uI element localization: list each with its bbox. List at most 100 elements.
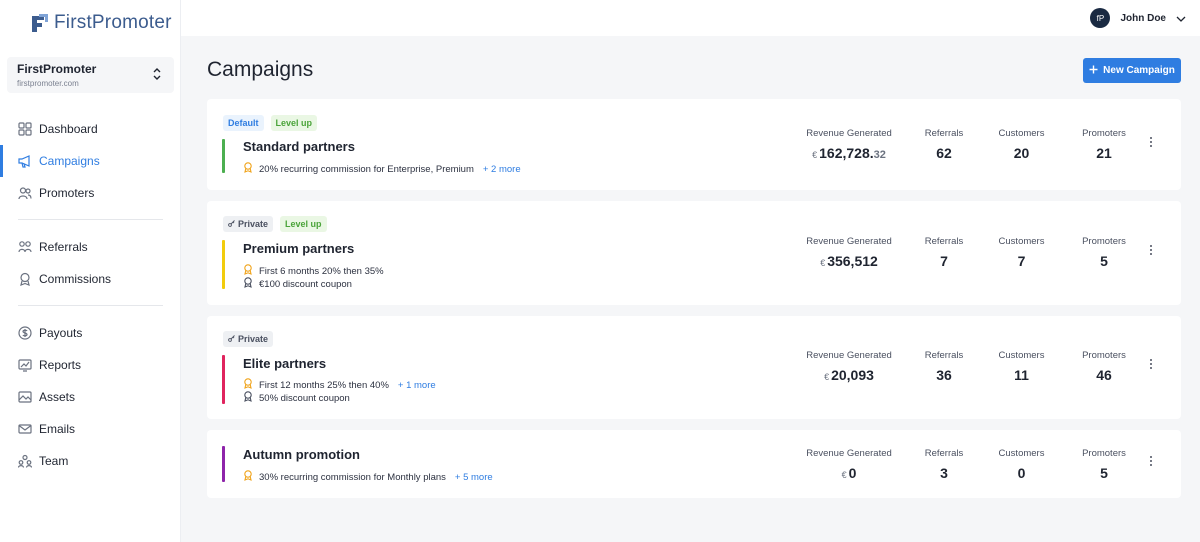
campaign-card[interactable]: Private Elite partners First 12 months 2… — [207, 316, 1181, 419]
currency-symbol: € — [820, 258, 826, 268]
sidebar-item-payouts[interactable]: Payouts — [0, 317, 181, 349]
award-icon — [243, 470, 253, 484]
campaign-card[interactable]: Default Level up Standard partners 20% r… — [207, 99, 1181, 190]
perk-text: 30% recurring commission for Monthly pla… — [259, 471, 446, 483]
team-icon — [18, 454, 32, 468]
perk-text: First 6 months 20% then 35% — [259, 265, 384, 277]
more-perks-link[interactable]: + 2 more — [483, 164, 521, 175]
promoters-value: 21 — [1096, 145, 1112, 161]
logo-icon — [28, 12, 50, 34]
perk-text: 20% recurring commission for Enterprise,… — [259, 163, 474, 175]
revenue-label: Revenue Generated — [806, 128, 892, 139]
revenue-amount: 162,728. — [819, 145, 874, 161]
coupon-icon — [243, 391, 253, 405]
default-badge: Default — [223, 115, 264, 131]
perk-text: 50% discount coupon — [259, 392, 350, 404]
referrals-label: Referrals — [924, 350, 964, 361]
referrals-stat: Referrals 7 — [919, 236, 969, 269]
level-up-badge: Level up — [280, 216, 327, 232]
sidebar-nav: Dashboard Campaigns Promoters Referrals … — [0, 113, 181, 477]
customers-value: 0 — [1017, 465, 1026, 481]
revenue-stat: Revenue Generated €20,093 — [804, 350, 894, 383]
workspace-switcher[interactable]: FirstPromoter firstpromoter.com — [7, 57, 174, 93]
private-badge-label: Private — [238, 334, 269, 344]
campaign-badges: Default Level up — [223, 115, 318, 131]
promoters-label: Promoters — [1082, 236, 1126, 247]
referrals-icon — [18, 240, 32, 254]
private-badge-label: Private — [238, 219, 269, 229]
revenue-label: Revenue Generated — [806, 236, 892, 247]
more-options-icon[interactable] — [1147, 136, 1155, 148]
more-perks-link[interactable]: + 1 more — [398, 380, 436, 391]
campaign-accent-bar — [222, 240, 225, 289]
customers-value: 11 — [1014, 367, 1029, 383]
revenue-stat: Revenue Generated €356,512 — [804, 236, 894, 269]
campaign-card[interactable]: Autumn promotion 30% recurring commissio… — [207, 430, 1181, 498]
image-icon — [18, 390, 32, 404]
page-title: Campaigns — [207, 58, 314, 81]
campaign-card[interactable]: Private Level up Premium partners First … — [207, 201, 1181, 305]
more-options-icon[interactable] — [1147, 455, 1155, 467]
campaign-perk: First 12 months 25% then 40% + 1 more — [243, 378, 436, 392]
sidebar-item-commissions[interactable]: Commissions — [0, 263, 181, 295]
dashboard-icon — [18, 122, 32, 136]
referrals-label: Referrals — [924, 128, 964, 139]
user-menu[interactable]: fP John Doe — [1090, 8, 1186, 28]
sidebar-item-campaigns[interactable]: Campaigns — [0, 145, 181, 177]
campaign-name[interactable]: Standard partners — [243, 139, 355, 154]
sidebar-item-promoters[interactable]: Promoters — [0, 177, 181, 209]
more-options-icon[interactable] — [1147, 244, 1155, 256]
avatar: fP — [1090, 8, 1111, 28]
app-root: FirstPromoter FirstPromoter firstpromote… — [0, 0, 1200, 542]
revenue-value: €162,728.32 — [804, 145, 894, 161]
chevron-updown-icon — [152, 67, 162, 81]
currency-symbol: € — [841, 470, 847, 480]
dollar-icon — [18, 326, 32, 340]
campaign-name[interactable]: Premium partners — [243, 241, 354, 256]
award-icon — [243, 264, 253, 278]
campaign-accent-bar — [222, 355, 225, 404]
chevron-down-icon — [1176, 9, 1186, 27]
new-campaign-label: New Campaign — [1103, 65, 1175, 76]
sidebar-item-label: Team — [39, 454, 69, 468]
customers-label: Customers — [998, 236, 1045, 247]
promoters-value: 5 — [1100, 465, 1108, 481]
sidebar-item-label: Commissions — [39, 272, 112, 286]
customers-label: Customers — [998, 350, 1045, 361]
users-icon — [18, 186, 32, 200]
currency-symbol: € — [812, 150, 818, 160]
award-icon — [243, 162, 253, 176]
level-up-badge: Level up — [270, 115, 318, 131]
sidebar-item-referrals[interactable]: Referrals — [0, 231, 181, 263]
customers-value: 20 — [1013, 145, 1030, 161]
revenue-value: €20,093 — [804, 367, 894, 383]
sidebar-item-assets[interactable]: Assets — [0, 381, 181, 413]
campaign-name[interactable]: Elite partners — [243, 356, 326, 371]
campaign-perk: First 6 months 20% then 35% — [243, 264, 384, 278]
referrals-label: Referrals — [924, 448, 964, 459]
sidebar-divider — [18, 219, 163, 220]
revenue-amount: 356,512 — [827, 253, 878, 269]
logo[interactable]: FirstPromoter — [28, 10, 172, 36]
workspace-domain: firstpromoter.com — [17, 79, 79, 88]
sidebar-item-team[interactable]: Team — [0, 445, 181, 477]
campaign-name[interactable]: Autumn promotion — [243, 447, 360, 462]
revenue-stat: Revenue Generated €162,728.32 — [804, 128, 894, 161]
user-name: John Doe — [1120, 12, 1166, 24]
sidebar-item-reports[interactable]: Reports — [0, 349, 181, 381]
megaphone-icon — [18, 154, 32, 168]
customers-value: 7 — [1017, 253, 1026, 269]
customers-label: Customers — [998, 128, 1045, 139]
referrals-value: 3 — [940, 465, 948, 481]
key-icon — [228, 334, 235, 344]
reports-icon — [18, 358, 32, 372]
new-campaign-button[interactable]: New Campaign — [1083, 58, 1181, 83]
referrals-stat: Referrals 62 — [919, 128, 969, 161]
referrals-value: 7 — [940, 253, 948, 269]
sidebar-item-dashboard[interactable]: Dashboard — [0, 113, 181, 145]
sidebar-item-emails[interactable]: Emails — [0, 413, 181, 445]
more-perks-link[interactable]: + 5 more — [455, 472, 493, 483]
campaign-badges: Private Level up — [223, 216, 327, 232]
promoters-stat: Promoters 5 — [1077, 448, 1131, 481]
more-options-icon[interactable] — [1147, 358, 1155, 370]
